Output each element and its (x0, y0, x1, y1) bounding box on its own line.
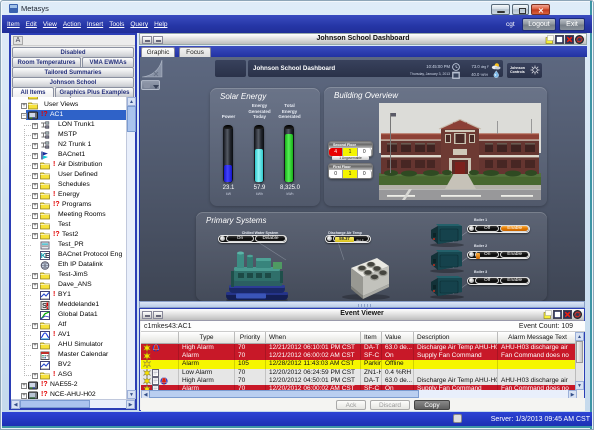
svg-text:E: E (45, 253, 50, 260)
svg-text:S: S (42, 301, 47, 310)
